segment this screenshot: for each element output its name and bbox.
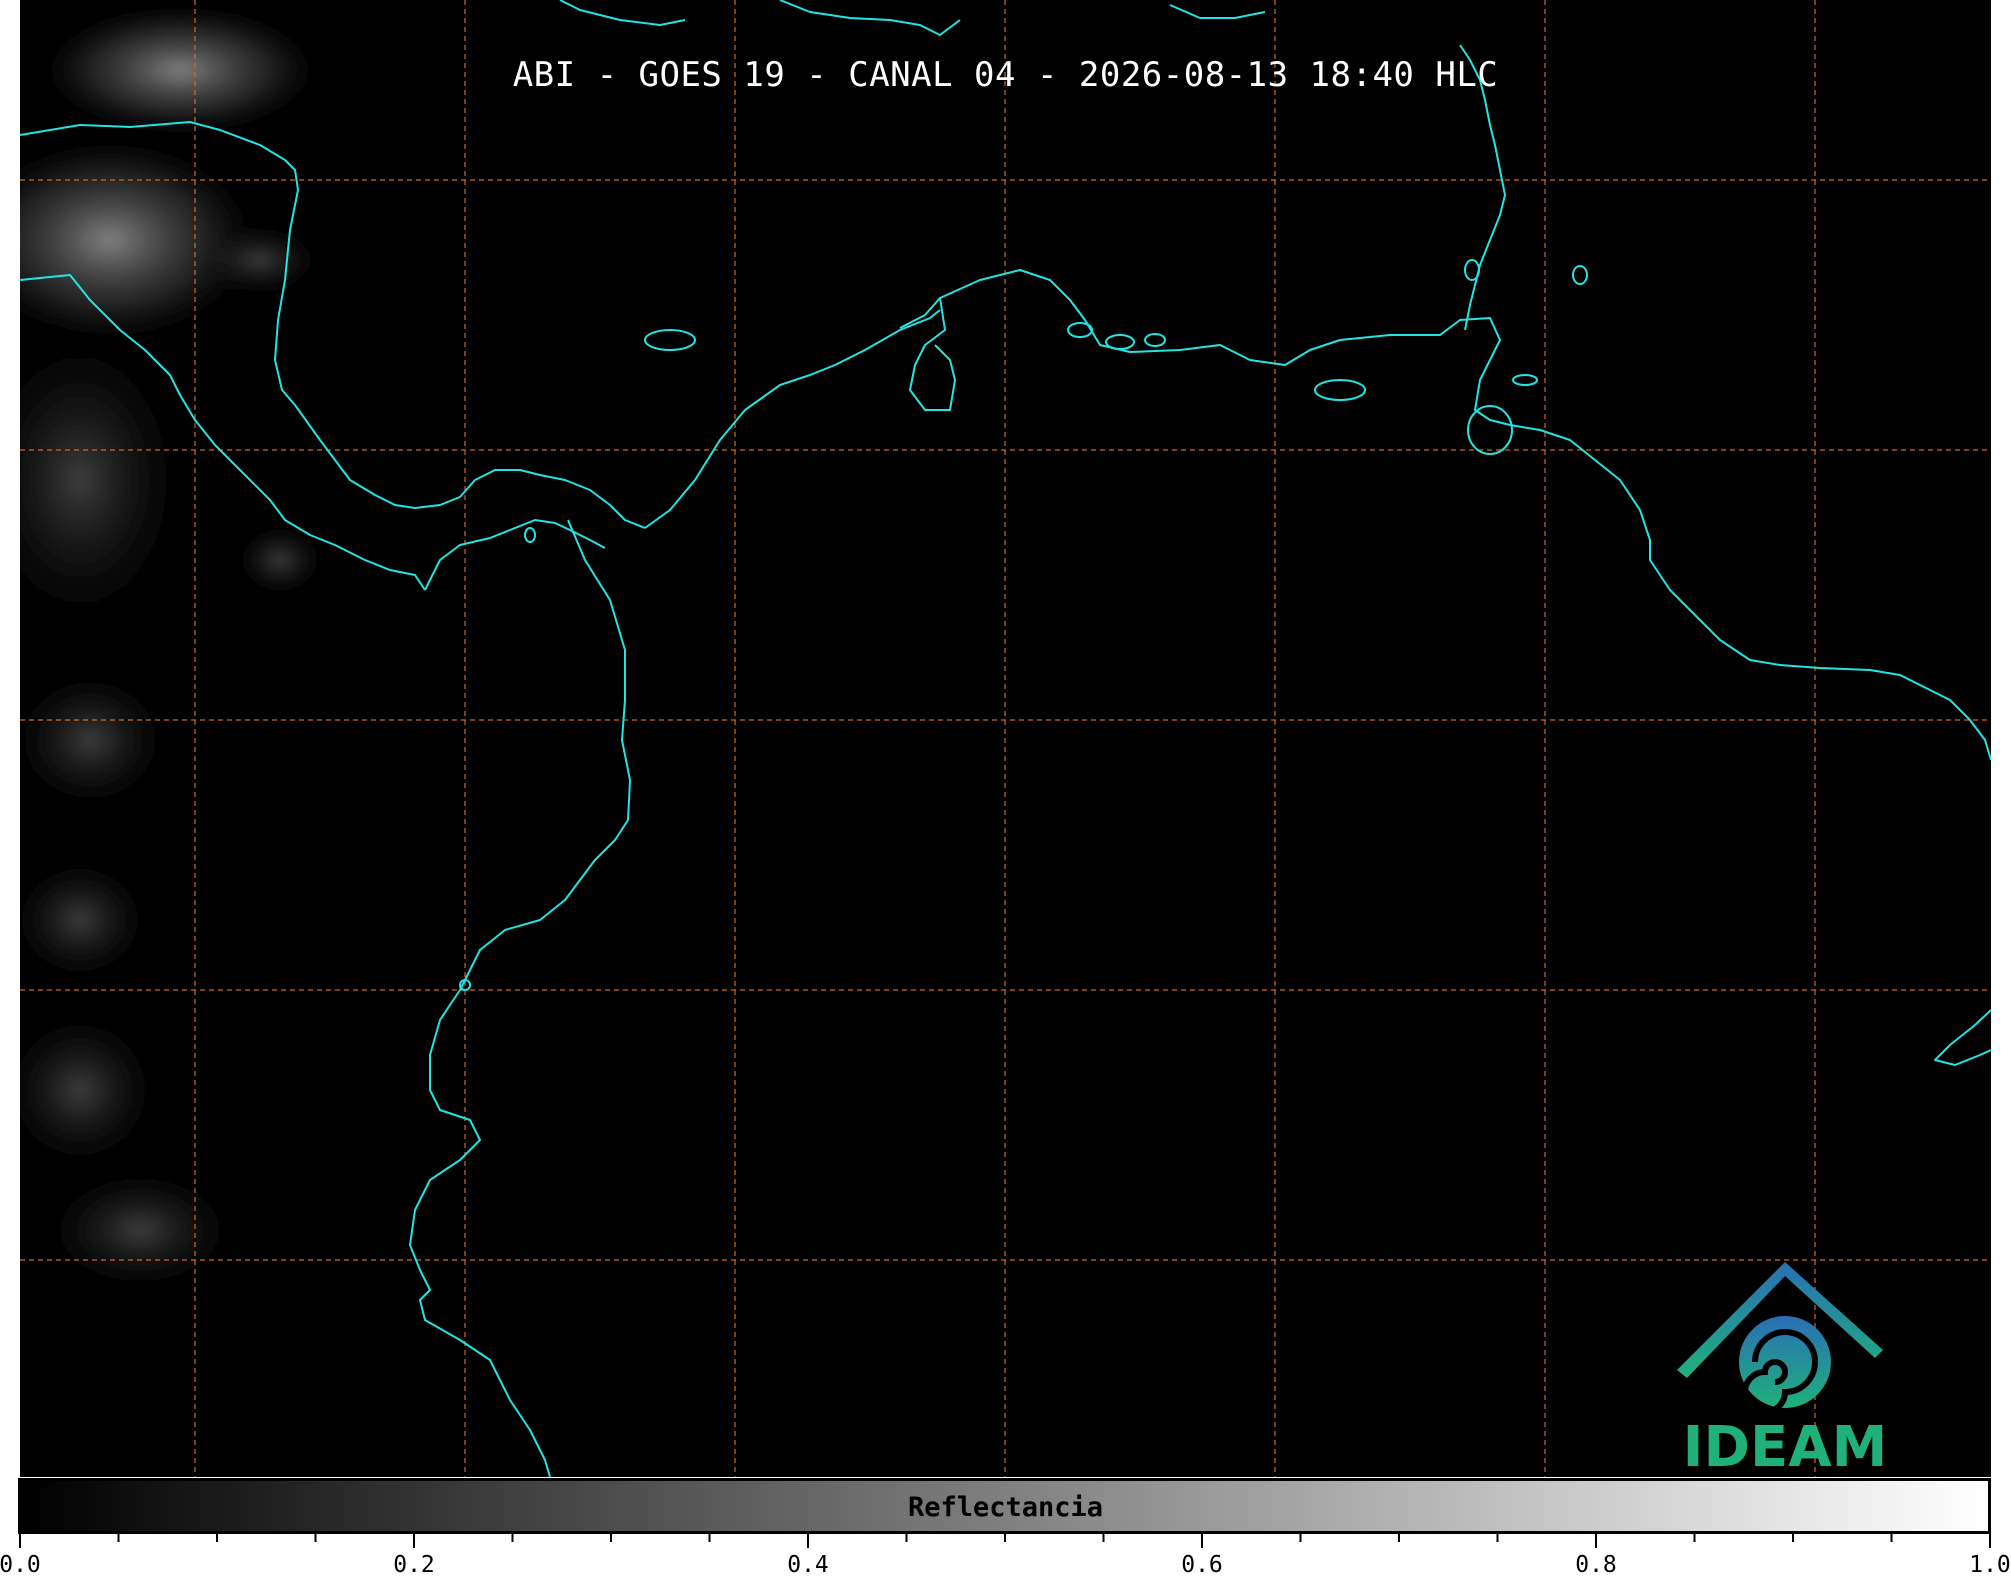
- coastline-cuba: [559, 0, 686, 26]
- coastline-venezuela: [939, 269, 1991, 761]
- ideam-logo-icon: [1677, 1262, 1883, 1415]
- colorbar-tick-label: 0.4: [787, 1552, 829, 1578]
- coastline-guajira: [899, 297, 956, 411]
- island-jamaica: [644, 329, 696, 351]
- island-aruba: [1067, 322, 1093, 338]
- colorbar-tick-label: 1.0: [1969, 1552, 2011, 1578]
- colorbar-label: Reflectancia: [907, 1492, 1104, 1523]
- island-margarita: [1314, 379, 1366, 401]
- colorbar-tick-label: 0.2: [393, 1552, 435, 1578]
- island-bonaire: [1144, 333, 1166, 347]
- colorbar-tick-label: 0.6: [1181, 1552, 1223, 1578]
- island-trinidad: [1467, 405, 1513, 455]
- island-tobago: [1512, 374, 1538, 386]
- coastline-puerto-rico: [1169, 4, 1266, 19]
- coastline-french-guiana: [1934, 1009, 1991, 1066]
- ideam-logo-text: IDEAM: [1682, 1415, 1888, 1477]
- island-sanandres: [524, 527, 536, 543]
- island-barbados: [1572, 265, 1588, 285]
- island-grenada: [1464, 259, 1480, 281]
- island-curacao: [1105, 334, 1135, 350]
- coastline-colombia-pacific: [409, 519, 631, 1477]
- colorbar-tick-label: 0.0: [0, 1552, 41, 1578]
- satellite-map[interactable]: ABI - GOES 19 - CANAL 04 - 2026-08-13 18…: [20, 0, 1991, 1477]
- ideam-logo: IDEAM: [1665, 1250, 1905, 1477]
- colorbar-axis: [19, 1534, 1991, 1548]
- colorbar-tick-label: 0.8: [1575, 1552, 1617, 1578]
- coastline-panama: [424, 519, 606, 591]
- coastline-colombia-caribbean: [644, 309, 941, 529]
- coastline-hispaniola: [779, 0, 961, 36]
- map-title: ABI - GOES 19 - CANAL 04 - 2026-08-13 18…: [512, 55, 1499, 95]
- cloud-cover: [20, 0, 330, 1300]
